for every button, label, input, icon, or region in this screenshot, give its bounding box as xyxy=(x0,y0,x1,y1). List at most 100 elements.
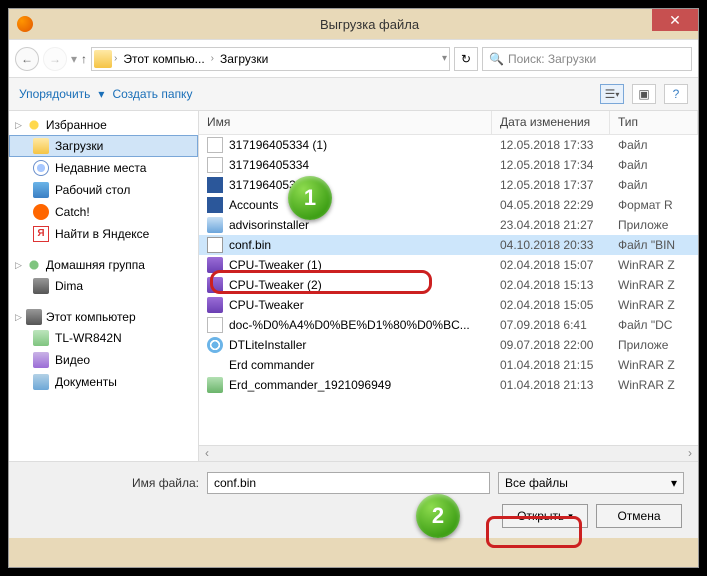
new-folder-button[interactable]: Создать папку xyxy=(112,87,192,101)
sidebar-item-icon xyxy=(33,138,49,154)
file-type-value: Все файлы xyxy=(505,476,568,490)
file-icon xyxy=(207,277,223,293)
sidebar-item-icon: Я xyxy=(33,226,49,242)
column-type[interactable]: Тип xyxy=(610,111,698,134)
refresh-button[interactable]: ↻ xyxy=(454,47,478,71)
sidebar-item-label: Dima xyxy=(55,279,83,293)
file-dialog-window: Выгрузка файла ✕ ← → ▾ ↑ › Этот компью..… xyxy=(8,8,699,568)
file-row[interactable]: Accounts04.05.2018 22:29Формат R xyxy=(199,195,698,215)
history-dropdown-icon[interactable]: ▾ xyxy=(71,52,77,66)
scroll-right-icon[interactable]: › xyxy=(682,446,698,461)
file-icon xyxy=(207,257,223,273)
file-name: advisorinstaller xyxy=(229,218,309,232)
file-type-select[interactable]: Все файлы ▾ xyxy=(498,472,684,494)
sidebar-group-title[interactable]: ▷Домашняя группа xyxy=(9,255,198,275)
sidebar: ▷ИзбранноеЗагрузкиНедавние местаРабочий … xyxy=(9,111,199,461)
search-placeholder: Поиск: Загрузки xyxy=(508,52,596,66)
sidebar-item-label: Видео xyxy=(55,353,90,367)
sidebar-group-title[interactable]: ▷Избранное xyxy=(9,115,198,135)
open-button[interactable]: Открыть ▾ xyxy=(502,504,588,528)
file-row[interactable]: conf.bin 04.10.2018 20:33Файл "BIN xyxy=(199,235,698,255)
sidebar-item[interactable]: Рабочий стол xyxy=(9,179,198,201)
file-row[interactable]: Erd_commander_192109694901.04.2018 21:13… xyxy=(199,375,698,395)
file-date: 01.04.2018 21:13 xyxy=(492,378,610,392)
help-button[interactable]: ? xyxy=(664,84,688,104)
view-options-button[interactable]: ☰ ▾ xyxy=(600,84,624,104)
sidebar-item[interactable]: Dima xyxy=(9,275,198,297)
file-row[interactable]: 317196405334 (1)12.05.2018 17:33Файл xyxy=(199,135,698,155)
file-type: WinRAR Z xyxy=(610,358,698,372)
file-row[interactable]: CPU-Tweaker02.04.2018 15:05WinRAR Z xyxy=(199,295,698,315)
sidebar-item-icon xyxy=(33,204,49,220)
sidebar-item[interactable]: Загрузки xyxy=(9,135,198,157)
scroll-left-icon[interactable]: ‹ xyxy=(199,446,215,461)
file-row[interactable]: CPU-Tweaker (2)02.04.2018 15:13WinRAR Z xyxy=(199,275,698,295)
file-type: WinRAR Z xyxy=(610,258,698,272)
organize-menu[interactable]: Упорядочить xyxy=(19,87,90,101)
title-bar: Выгрузка файла ✕ xyxy=(9,9,698,39)
group-icon xyxy=(26,257,42,273)
back-button[interactable]: ← xyxy=(15,47,39,71)
file-date: 04.10.2018 20:33 xyxy=(492,238,610,252)
sidebar-group-title[interactable]: ▷Этот компьютер xyxy=(9,307,198,327)
preview-pane-button[interactable]: ▣ xyxy=(632,84,656,104)
file-type: WinRAR Z xyxy=(610,278,698,292)
column-date[interactable]: Дата изменения xyxy=(492,111,610,134)
file-icon xyxy=(207,297,223,313)
nav-bar: ← → ▾ ↑ › Этот компью... › Загрузки ▾ ↻ … xyxy=(9,39,698,77)
file-icon xyxy=(207,157,223,173)
file-icon xyxy=(207,317,223,333)
file-icon xyxy=(207,377,223,393)
window-title: Выгрузка файла xyxy=(41,17,698,32)
file-row[interactable]: advisorinstaller23.04.2018 21:27Приложе xyxy=(199,215,698,235)
sidebar-item-label: Catch! xyxy=(55,205,90,219)
folder-icon xyxy=(94,50,112,68)
column-name[interactable]: Имя xyxy=(199,111,492,134)
file-row[interactable]: CPU-Tweaker (1)02.04.2018 15:07WinRAR Z xyxy=(199,255,698,275)
file-row[interactable]: 31719640533412.05.2018 17:34Файл xyxy=(199,155,698,175)
file-icon xyxy=(207,197,223,213)
sidebar-item[interactable]: Недавние места xyxy=(9,157,198,179)
breadcrumb-bar[interactable]: › Этот компью... › Загрузки ▾ xyxy=(91,47,450,71)
sidebar-item[interactable]: Документы xyxy=(9,371,198,393)
file-icon xyxy=(207,357,223,373)
sidebar-item[interactable]: TL-WR842N xyxy=(9,327,198,349)
file-date: 02.04.2018 15:13 xyxy=(492,278,610,292)
file-icon xyxy=(207,237,223,253)
sidebar-item-icon xyxy=(33,182,49,198)
sidebar-item[interactable]: ЯНайти в Яндексе xyxy=(9,223,198,245)
breadcrumb-item[interactable]: Этот компью... xyxy=(119,50,208,68)
horizontal-scrollbar[interactable]: ‹ › xyxy=(199,445,698,461)
file-name: conf.bin xyxy=(229,238,271,252)
dropdown-icon: ▾ xyxy=(98,87,104,101)
chevron-down-icon[interactable]: ▾ xyxy=(442,53,447,64)
file-type: Файл "BIN xyxy=(610,238,698,252)
file-row[interactable]: DTLiteInstaller09.07.2018 22:00Приложе xyxy=(199,335,698,355)
file-name: doc-%D0%A4%D0%BE%D1%80%D0%BC... xyxy=(229,318,470,332)
cancel-button[interactable]: Отмена xyxy=(596,504,682,528)
up-button[interactable]: ↑ xyxy=(81,52,87,66)
search-input[interactable]: 🔍 Поиск: Загрузки xyxy=(482,47,692,71)
file-icon xyxy=(207,217,223,233)
sidebar-item-icon xyxy=(33,352,49,368)
file-row[interactable]: doc-%D0%A4%D0%BE%D1%80%D0%BC...07.09.201… xyxy=(199,315,698,335)
sidebar-item[interactable]: Видео xyxy=(9,349,198,371)
file-list: Имя Дата изменения Тип 317196405334 (1)1… xyxy=(199,111,698,461)
file-row[interactable]: 31719640533412.05.2018 17:37Файл xyxy=(199,175,698,195)
file-date: 12.05.2018 17:33 xyxy=(492,138,610,152)
group-icon xyxy=(26,309,42,325)
file-type: Приложе xyxy=(610,338,698,352)
file-date: 02.04.2018 15:07 xyxy=(492,258,610,272)
breadcrumb-item[interactable]: Загрузки xyxy=(216,50,272,68)
forward-button[interactable]: → xyxy=(43,47,67,71)
toolbar: Упорядочить ▾ Создать папку ☰ ▾ ▣ ? xyxy=(9,77,698,111)
file-list-header: Имя Дата изменения Тип xyxy=(199,111,698,135)
file-name: DTLiteInstaller xyxy=(229,338,306,352)
file-row[interactable]: Erd commander01.04.2018 21:15WinRAR Z xyxy=(199,355,698,375)
filename-input[interactable] xyxy=(207,472,490,494)
sidebar-item[interactable]: Catch! xyxy=(9,201,198,223)
split-dropdown-icon[interactable]: ▾ xyxy=(568,511,573,522)
file-type: Файл xyxy=(610,178,698,192)
close-button[interactable]: ✕ xyxy=(652,9,698,31)
file-type: WinRAR Z xyxy=(610,298,698,312)
